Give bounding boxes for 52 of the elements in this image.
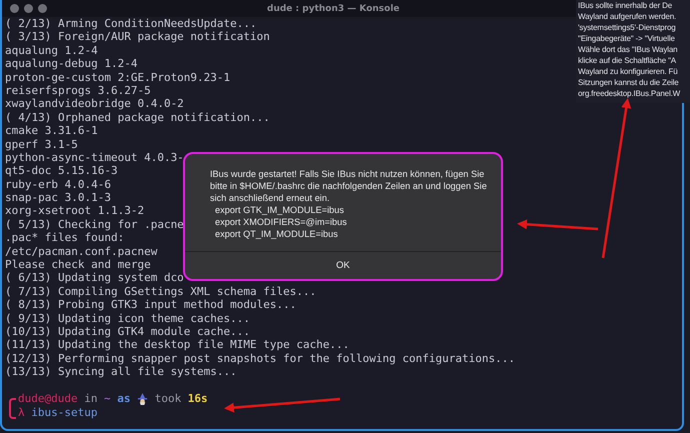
- terminal-line: qt5-doc 5.15.16-3: [5, 164, 118, 178]
- notification-line: Wähle dort das "IBus Waylan: [578, 44, 678, 55]
- terminal-line: ( 3/13) Foreign/AUR package notification: [5, 30, 270, 44]
- terminal-line: aqualung-debug 1.2-4: [5, 57, 138, 71]
- notification-line: "Eingabegeräte" -> "Virtuelle: [578, 33, 676, 44]
- notification-line: Wayland zu konfigurieren. Fü: [578, 66, 679, 77]
- terminal-line: (13/13) Syncing all file systems...: [5, 365, 237, 379]
- terminal-line: ( 5/13) Checking for .pacne: [5, 218, 184, 232]
- user-host: dude@dude: [18, 392, 78, 406]
- export-line: export GTK_IM_MODULE=ibus: [214, 204, 345, 216]
- terminal-line: ( 7/13) Compiling GSettings XML schema files...: [5, 284, 316, 298]
- terminal-line: ( 6/13) Updating system dco: [5, 271, 184, 285]
- notification-line: Sitzungen kannst du die Zeile: [578, 77, 680, 88]
- ok-button[interactable]: OK: [326, 257, 360, 274]
- wizard-icon: [137, 392, 148, 405]
- prompt-bracket-icon: [9, 398, 16, 419]
- window-title: dude : python3 — Konsole: [267, 4, 400, 14]
- terminal-line: ( 4/13) Orphaned package notification...: [5, 110, 270, 124]
- terminal-line: Please check and merge: [5, 258, 151, 272]
- directory: ~: [104, 392, 111, 406]
- dialog-message: IBus wurde gestartet! Falls Sie IBus nicht nutzen können, fügen Sie bitte in $HOME/.bashrc die nachfolgenden Zeilen an und loggen Sie sich anschließend erneut ein.: [210, 168, 488, 204]
- terminal-line: ( 9/13) Updating icon theme caches...: [5, 312, 250, 325]
- export-line: export XMODIFIERS=@im=ibus: [214, 216, 348, 228]
- terminal-line: python-async-timeout 4.0.3-: [5, 150, 184, 164]
- notification-line: Wayland aufgerufen werden.: [578, 11, 678, 22]
- terminal-line: (11/13) Updating the desktop file MIME type cache...: [5, 338, 350, 352]
- terminal-line: xwaylandvideobridge 0.4.0-2: [5, 97, 184, 111]
- export-line: export QT_IM_MODULE=ibus: [214, 228, 339, 240]
- terminal-line: ( 2/13) Arming ConditionNeedsUpdate...: [5, 17, 257, 30]
- prompt-word: took: [154, 392, 182, 406]
- notification-line: 'systemsettings5'-Dienstprog: [578, 22, 677, 33]
- terminal-line: ( 8/13) Probing GTK3 input method modules...: [5, 298, 296, 312]
- terminal-line: .pac* files found:: [5, 231, 124, 245]
- prompt-word: as: [117, 392, 131, 406]
- terminal-line: ruby-erb 4.0.4-6: [5, 178, 111, 192]
- terminal-line: proton-ge-custom 2:GE.Proton9.23-1: [5, 70, 230, 84]
- terminal-line: gperf 3.1-5: [5, 138, 78, 151]
- notification-line: org.freedesktop.IBus.Panel.W: [578, 88, 682, 99]
- terminal-line: reiserfsprogs 3.6.27-5: [5, 84, 151, 98]
- command: ibus-setup: [31, 406, 98, 420]
- duration: 16s: [188, 392, 208, 406]
- prompt-word: in: [84, 392, 98, 406]
- terminal-line: snap-pac 3.0.1-3: [5, 191, 111, 204]
- notification-line: IBus sollte innerhalb der De: [578, 0, 674, 11]
- terminal-line: (10/13) Updating GTK4 module cache...: [5, 324, 250, 338]
- terminal-line: aqualung 1.2-4: [5, 44, 98, 58]
- terminal-line: cmake 3.31.6-1: [5, 124, 98, 138]
- terminal-line: (12/13) Performing snapper post snapshots for the following configurations...: [5, 352, 515, 366]
- notification-line: klicke auf die Schaltfläche "A: [578, 55, 677, 66]
- terminal-line: xorg-xsetroot 1.1.3-2: [5, 204, 144, 218]
- prompt-symbol: λ: [18, 406, 25, 420]
- terminal-line: /etc/pacman.conf.pacnew: [5, 244, 158, 258]
